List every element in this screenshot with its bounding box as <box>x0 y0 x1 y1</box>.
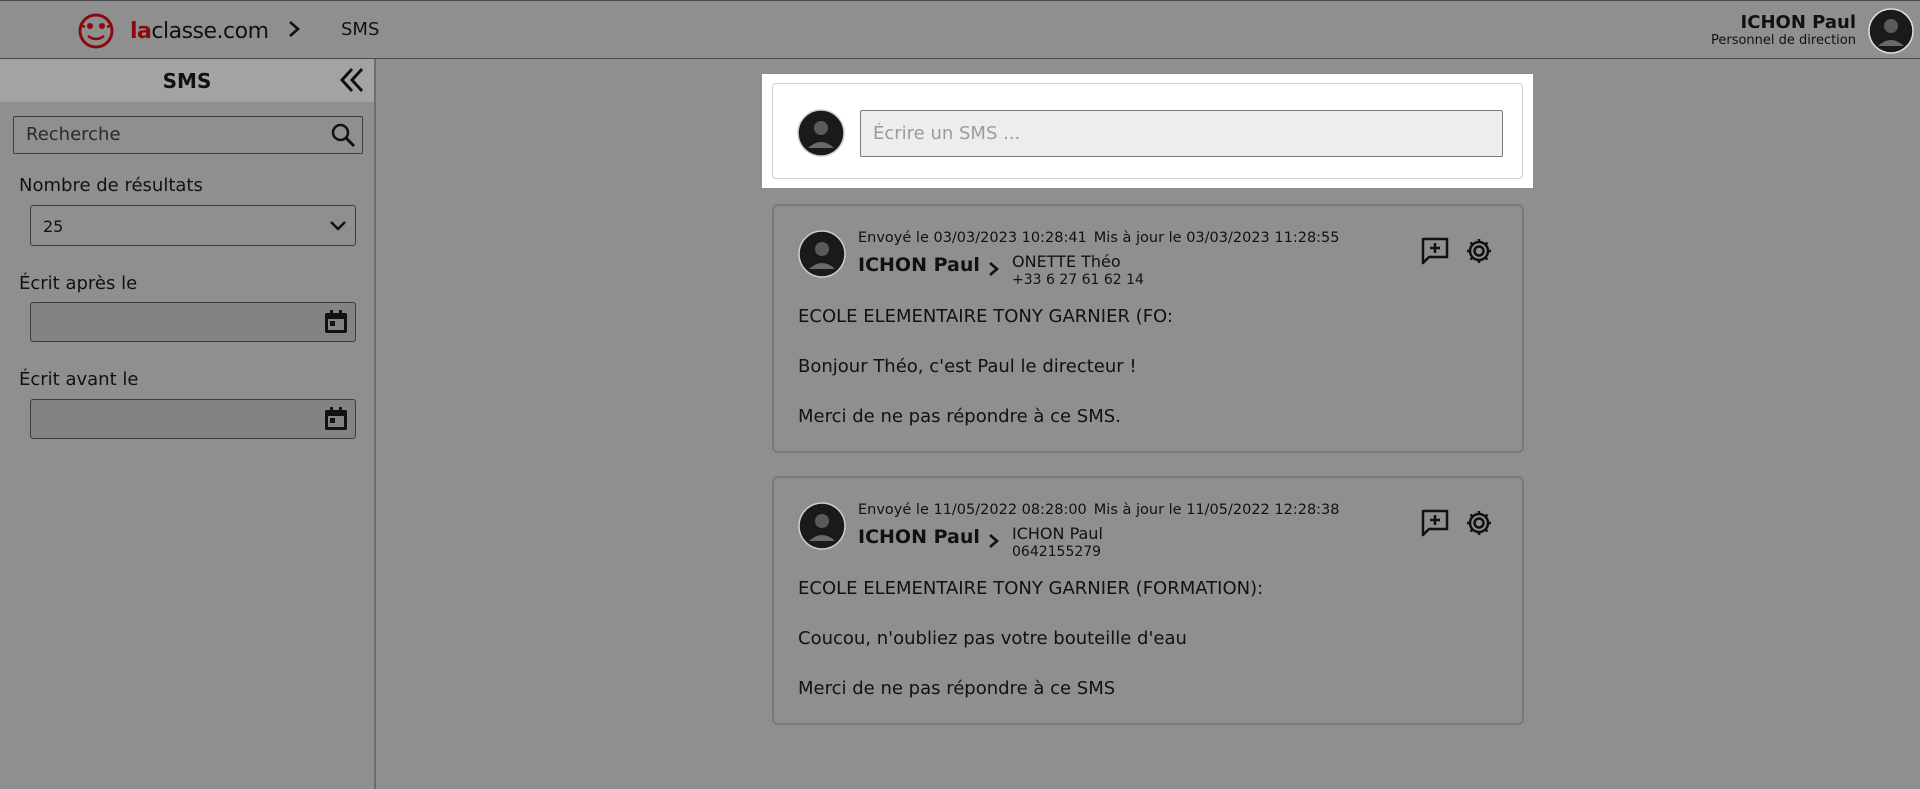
laclasse-logo-icon <box>78 13 114 49</box>
sms-message-card: Envoyé le 03/03/2023 10:28:41 Mis à jour … <box>772 204 1524 453</box>
sent-date: Envoyé le 11/05/2022 08:28:00 <box>858 502 1087 518</box>
results-select[interactable]: 25 <box>30 205 356 246</box>
message-line: Bonjour Théo, c'est Paul le directeur ! <box>798 356 1137 377</box>
after-label: Écrit après le <box>19 273 138 294</box>
recipient-phone: +33 6 27 61 62 14 <box>1012 272 1144 288</box>
avatar <box>798 502 846 550</box>
recipient-name: ONETTE Théo <box>1012 252 1121 271</box>
before-label: Écrit avant le <box>19 369 139 390</box>
search-icon[interactable] <box>330 122 356 148</box>
sidebar-header: SMS <box>0 59 374 102</box>
message-line: Merci de ne pas répondre à ce SMS. <box>798 406 1121 427</box>
sms-compose-input[interactable] <box>860 110 1503 157</box>
sidebar: SMS Nombre de résultats 25 Écrit après l… <box>0 59 376 789</box>
breadcrumb-current[interactable]: SMS <box>341 19 379 40</box>
search-box <box>13 116 363 154</box>
message-meta: Envoyé le 11/05/2022 08:28:00 Mis à jour … <box>858 502 1340 518</box>
logo-prefix: la <box>130 18 152 44</box>
message-line: ECOLE ELEMENTAIRE TONY GARNIER (FO: <box>798 306 1173 327</box>
message-line: ECOLE ELEMENTAIRE TONY GARNIER (FORMATIO… <box>798 578 1264 599</box>
calendar-icon[interactable] <box>323 309 349 335</box>
recipient-phone: 0642155279 <box>1012 544 1102 560</box>
gear-icon[interactable] <box>1464 508 1494 538</box>
sent-date: Envoyé le 03/03/2023 10:28:41 <box>858 230 1087 246</box>
logo-rest: classe.com <box>151 18 269 44</box>
results-value: 25 <box>43 217 64 236</box>
add-comment-icon[interactable] <box>1420 236 1450 266</box>
recipient-name: ICHON Paul <box>1012 524 1103 543</box>
sender-name: ICHON Paul <box>858 526 980 548</box>
user-info[interactable]: ICHON Paul Personnel de direction <box>1710 12 1856 49</box>
logo-text: laclasse.com <box>130 19 269 44</box>
calendar-icon[interactable] <box>323 406 349 432</box>
gear-icon[interactable] <box>1464 236 1494 266</box>
sms-message-card: Envoyé le 11/05/2022 08:28:00 Mis à jour … <box>772 476 1524 725</box>
compose-card <box>772 83 1523 179</box>
before-date-field[interactable] <box>30 399 356 439</box>
chevron-right-icon <box>989 534 999 548</box>
chevron-down-icon <box>330 221 346 231</box>
compose-panel <box>762 74 1533 188</box>
message-line: Merci de ne pas répondre à ce SMS <box>798 678 1116 699</box>
add-comment-icon[interactable] <box>1420 508 1450 538</box>
updated-date: Mis à jour le 03/03/2023 11:28:55 <box>1093 230 1340 246</box>
double-chevron-left-icon[interactable] <box>338 66 366 94</box>
chevron-right-icon <box>989 262 999 276</box>
user-role: Personnel de direction <box>1710 33 1856 48</box>
avatar <box>798 230 846 278</box>
results-label: Nombre de résultats <box>19 175 203 196</box>
chevron-right-icon <box>289 21 300 37</box>
message-line: Coucou, n'oubliez pas votre bouteille d'… <box>798 628 1187 649</box>
search-input[interactable] <box>26 117 316 152</box>
message-meta: Envoyé le 03/03/2023 10:28:41 Mis à jour … <box>858 230 1340 246</box>
avatar <box>797 109 845 157</box>
sidebar-title: SMS <box>162 69 212 93</box>
sender-name: ICHON Paul <box>858 254 980 276</box>
avatar[interactable] <box>1868 8 1914 54</box>
after-date-field[interactable] <box>30 302 356 342</box>
logo[interactable]: laclasse.com <box>76 11 269 51</box>
updated-date: Mis à jour le 11/05/2022 12:28:38 <box>1093 502 1340 518</box>
top-bar: laclasse.com SMS ICHON Paul Personnel de… <box>0 0 1920 59</box>
message-body: ECOLE ELEMENTAIRE TONY GARNIER (FO: Bonj… <box>798 305 1498 455</box>
user-name: ICHON Paul <box>1740 12 1856 33</box>
message-body: ECOLE ELEMENTAIRE TONY GARNIER (FORMATIO… <box>798 577 1498 727</box>
